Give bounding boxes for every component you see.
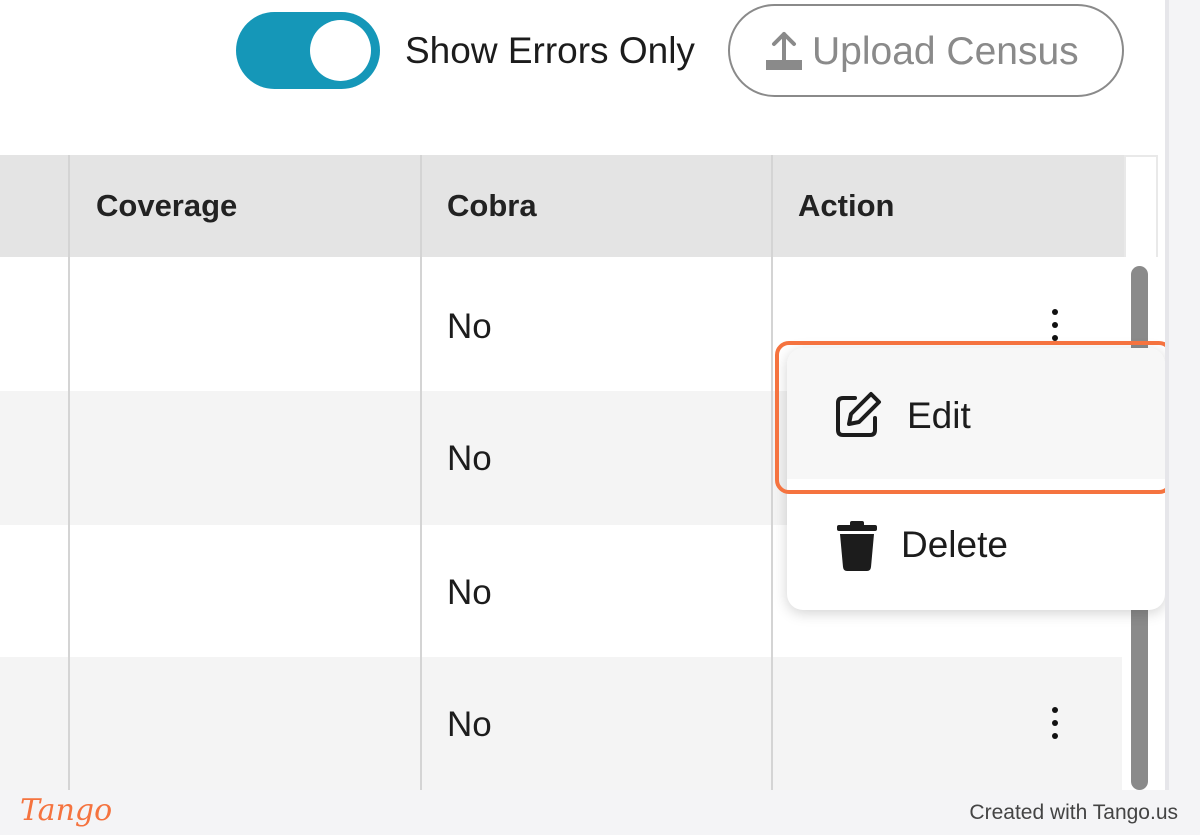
- menu-item-label: Delete: [901, 524, 1008, 565]
- trash-icon: [837, 521, 877, 571]
- column-header-cobra[interactable]: Cobra: [447, 155, 537, 257]
- upload-census-label: Upload Census: [812, 30, 1079, 73]
- menu-item-label: Edit: [907, 395, 971, 436]
- toggle-label: Show Errors Only: [405, 30, 695, 71]
- pencil-square-icon: [836, 392, 881, 437]
- cobra-cell: No: [447, 705, 492, 744]
- upload-census-button[interactable]: Upload Census: [728, 4, 1124, 97]
- page-edge-bar: [1165, 0, 1200, 790]
- cobra-cell: No: [447, 573, 492, 612]
- table-row: No: [0, 657, 1122, 790]
- column-divider: [420, 155, 422, 790]
- cobra-cell: No: [447, 439, 492, 478]
- row-action-menu: Edit Delete: [787, 348, 1165, 610]
- census-panel: Show Errors Only Upload Census Coverage …: [0, 0, 1165, 790]
- column-header-coverage[interactable]: Coverage: [96, 155, 237, 257]
- toggle-knob: [310, 20, 371, 81]
- table-header: Coverage Cobra Action: [0, 155, 1127, 257]
- scrollbar-header-gap: [1124, 155, 1158, 257]
- menu-item-delete[interactable]: Delete: [787, 479, 1165, 610]
- cobra-cell: No: [447, 307, 492, 346]
- tango-logo: Tango: [20, 793, 113, 828]
- column-header-action: Action: [798, 188, 895, 223]
- column-divider: [68, 155, 70, 790]
- created-with-text: Created with Tango.us: [969, 801, 1178, 824]
- row-actions-kebab-icon[interactable]: [1041, 703, 1069, 743]
- row-actions-kebab-icon[interactable]: [1041, 305, 1069, 345]
- upload-icon: [766, 32, 802, 70]
- column-divider: [771, 155, 773, 790]
- menu-item-edit[interactable]: Edit: [787, 348, 1165, 479]
- show-errors-toggle[interactable]: [236, 12, 380, 89]
